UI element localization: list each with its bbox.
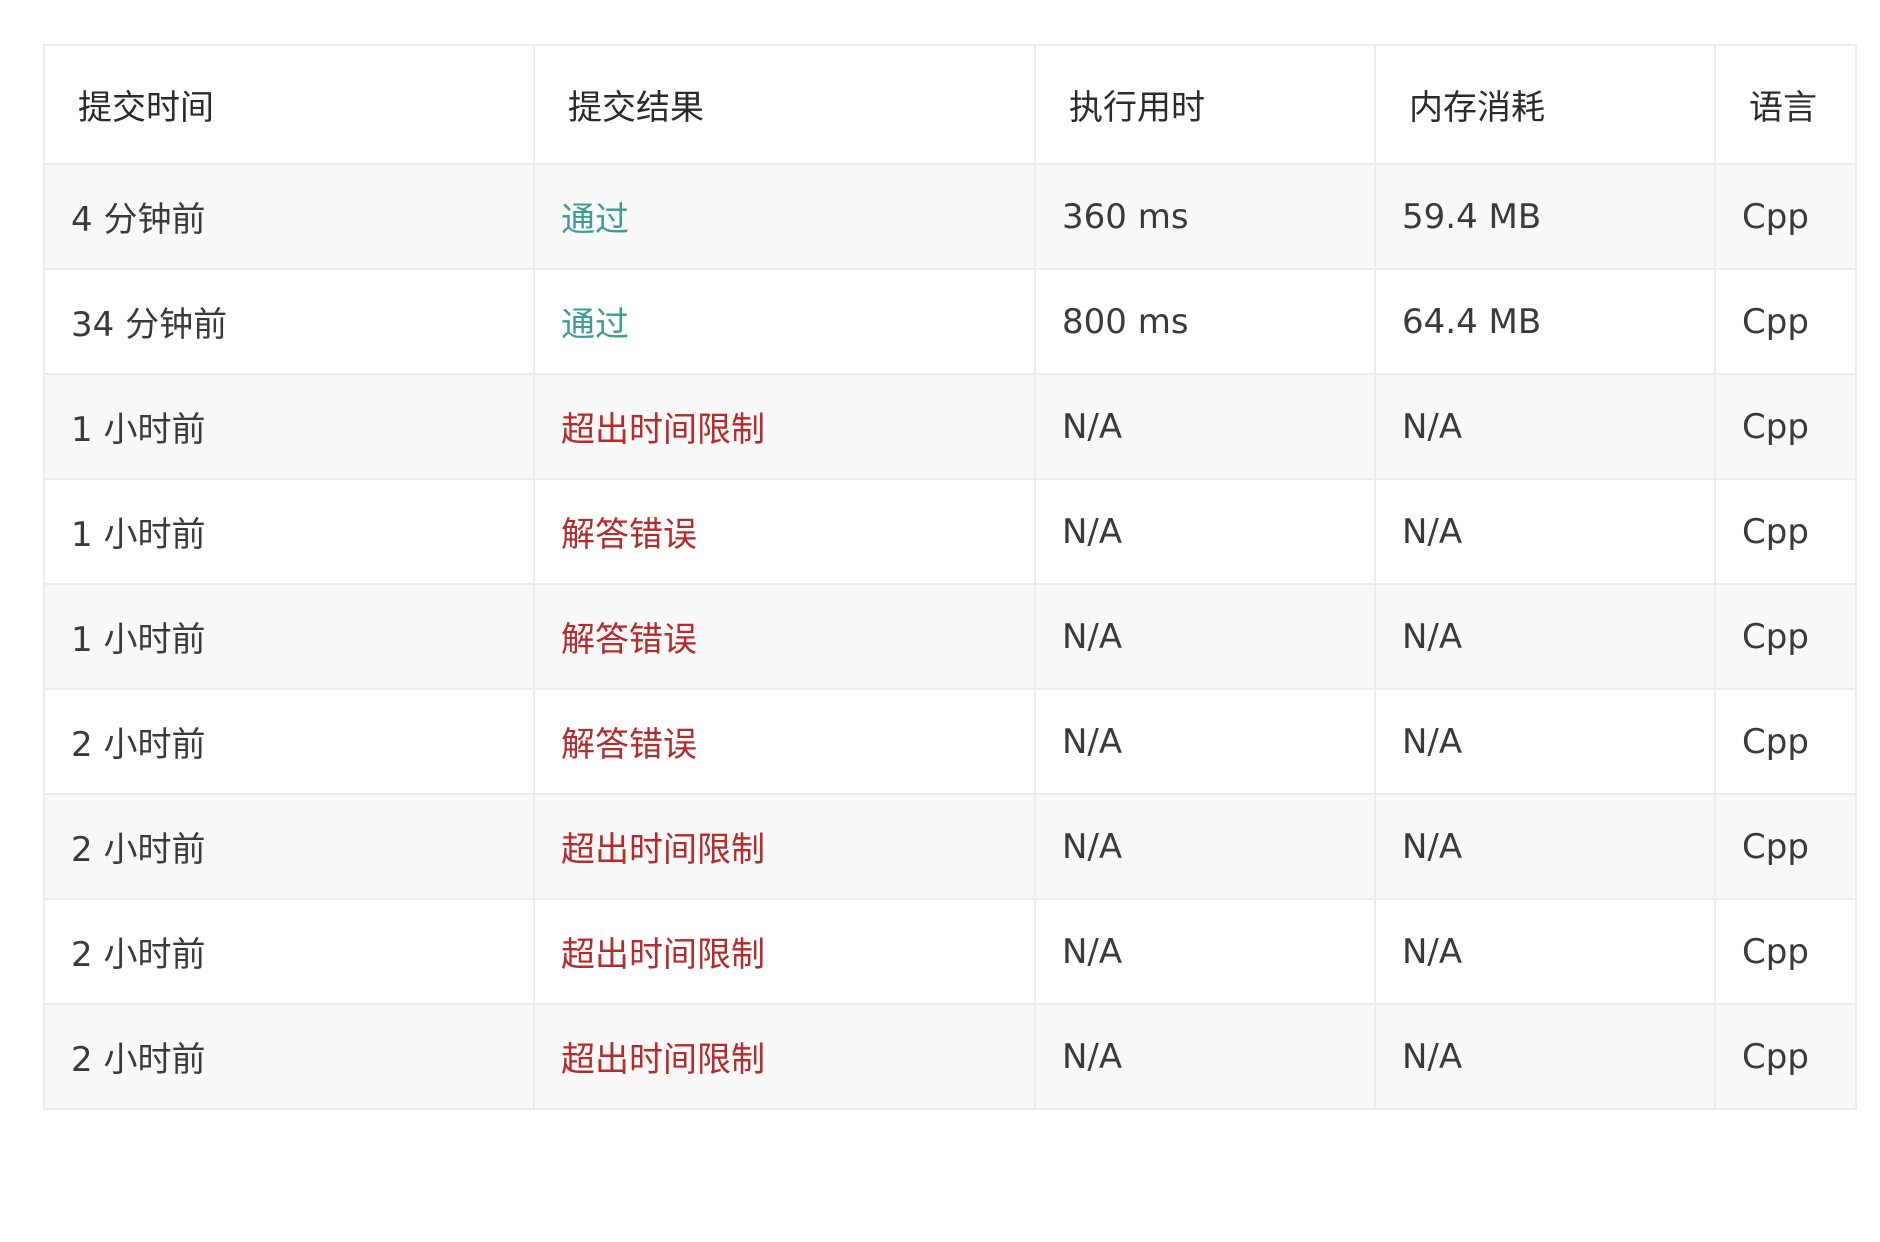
cell-language: Cpp	[1714, 688, 1857, 795]
cell-submit-time: 2 小时前	[43, 1003, 535, 1110]
cell-submit-time: 2 小时前	[43, 898, 535, 1005]
table-row: 34 分钟前 通过 800 ms 64.4 MB Cpp	[43, 268, 1857, 375]
status-link[interactable]: 通过	[561, 305, 629, 345]
cell-runtime: N/A	[1034, 793, 1376, 900]
table-row: 4 分钟前 通过 360 ms 59.4 MB Cpp	[43, 163, 1857, 270]
cell-submit-result: 超出时间限制	[533, 793, 1036, 900]
cell-submit-result: 解答错误	[533, 478, 1036, 585]
cell-runtime: N/A	[1034, 373, 1376, 480]
status-link[interactable]: 超出时间限制	[561, 1040, 765, 1080]
cell-language: Cpp	[1714, 478, 1857, 585]
cell-language: Cpp	[1714, 373, 1857, 480]
cell-language: Cpp	[1714, 268, 1857, 375]
cell-runtime: N/A	[1034, 1003, 1376, 1110]
table-row: 2 小时前 超出时间限制 N/A N/A Cpp	[43, 1003, 1857, 1110]
cell-submit-time: 1 小时前	[43, 478, 535, 585]
header-memory: 内存消耗	[1374, 44, 1716, 165]
cell-language: Cpp	[1714, 898, 1857, 1005]
table-row: 1 小时前 超出时间限制 N/A N/A Cpp	[43, 373, 1857, 480]
submissions-panel: 提交时间 提交结果 执行用时 内存消耗 语言 4 分钟前 通过 360 ms 5…	[43, 44, 1857, 1110]
cell-submit-result: 解答错误	[533, 583, 1036, 690]
cell-runtime: N/A	[1034, 583, 1376, 690]
cell-runtime: N/A	[1034, 478, 1376, 585]
cell-submit-time: 4 分钟前	[43, 163, 535, 270]
table-row: 2 小时前 超出时间限制 N/A N/A Cpp	[43, 898, 1857, 1005]
cell-submit-result: 通过	[533, 163, 1036, 270]
cell-submit-result: 通过	[533, 268, 1036, 375]
header-language: 语言	[1714, 44, 1857, 165]
cell-submit-result: 超出时间限制	[533, 373, 1036, 480]
cell-submit-result: 解答错误	[533, 688, 1036, 795]
header-submit-result: 提交结果	[533, 44, 1036, 165]
status-link[interactable]: 通过	[561, 200, 629, 240]
cell-language: Cpp	[1714, 793, 1857, 900]
header-submit-time: 提交时间	[43, 44, 535, 165]
table-row: 1 小时前 解答错误 N/A N/A Cpp	[43, 583, 1857, 690]
cell-submit-result: 超出时间限制	[533, 898, 1036, 1005]
cell-submit-time: 1 小时前	[43, 583, 535, 690]
cell-submit-time: 34 分钟前	[43, 268, 535, 375]
cell-memory: 64.4 MB	[1374, 268, 1716, 375]
cell-submit-result: 超出时间限制	[533, 1003, 1036, 1110]
table-row: 1 小时前 解答错误 N/A N/A Cpp	[43, 478, 1857, 585]
cell-memory: N/A	[1374, 793, 1716, 900]
cell-language: Cpp	[1714, 1003, 1857, 1110]
cell-submit-time: 2 小时前	[43, 688, 535, 795]
cell-runtime: N/A	[1034, 688, 1376, 795]
table-row: 2 小时前 超出时间限制 N/A N/A Cpp	[43, 793, 1857, 900]
cell-memory: 59.4 MB	[1374, 163, 1716, 270]
status-link[interactable]: 解答错误	[561, 620, 697, 660]
status-link[interactable]: 超出时间限制	[561, 830, 765, 870]
cell-language: Cpp	[1714, 163, 1857, 270]
cell-language: Cpp	[1714, 583, 1857, 690]
cell-memory: N/A	[1374, 688, 1716, 795]
cell-memory: N/A	[1374, 478, 1716, 585]
header-row: 提交时间 提交结果 执行用时 内存消耗 语言	[43, 44, 1857, 165]
header-runtime: 执行用时	[1034, 44, 1376, 165]
cell-memory: N/A	[1374, 898, 1716, 1005]
submissions-table: 提交时间 提交结果 执行用时 内存消耗 语言 4 分钟前 通过 360 ms 5…	[43, 44, 1857, 1110]
cell-memory: N/A	[1374, 373, 1716, 480]
cell-submit-time: 2 小时前	[43, 793, 535, 900]
status-link[interactable]: 超出时间限制	[561, 935, 765, 975]
cell-runtime: 360 ms	[1034, 163, 1376, 270]
table-body: 4 分钟前 通过 360 ms 59.4 MB Cpp 34 分钟前 通过 80…	[43, 163, 1857, 1110]
status-link[interactable]: 超出时间限制	[561, 410, 765, 450]
cell-memory: N/A	[1374, 1003, 1716, 1110]
status-link[interactable]: 解答错误	[561, 725, 697, 765]
cell-memory: N/A	[1374, 583, 1716, 690]
table-row: 2 小时前 解答错误 N/A N/A Cpp	[43, 688, 1857, 795]
cell-runtime: 800 ms	[1034, 268, 1376, 375]
cell-runtime: N/A	[1034, 898, 1376, 1005]
status-link[interactable]: 解答错误	[561, 515, 697, 555]
cell-submit-time: 1 小时前	[43, 373, 535, 480]
table-header: 提交时间 提交结果 执行用时 内存消耗 语言	[43, 44, 1857, 165]
